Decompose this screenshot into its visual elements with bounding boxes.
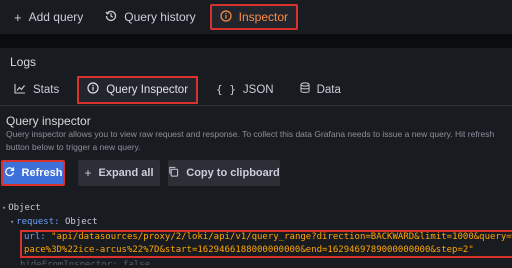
brackets-icon: { }: [216, 83, 236, 96]
json-request-key: request:: [16, 217, 60, 227]
query-inspector-title: Query inspector: [6, 114, 91, 128]
inspector-button[interactable]: Inspector: [209, 4, 299, 30]
history-icon: [105, 10, 117, 25]
json-url-key: url:: [24, 232, 46, 242]
query-history-label: Query history: [124, 10, 196, 24]
tab-json[interactable]: { } JSON: [208, 76, 282, 104]
section-divider: [0, 34, 512, 48]
caret-down-icon: ▾: [10, 218, 15, 226]
caret-down-icon: ▾: [2, 204, 7, 212]
inspector-drawer: Logs Stats Query Inspector { } JSON Data…: [0, 48, 512, 268]
json-next-line-partial: hideFromInspector: false: [20, 260, 151, 265]
copy-to-clipboard-button[interactable]: Copy to clipboard: [168, 160, 280, 186]
copy-icon: [168, 166, 179, 180]
json-url-value-part2: pace%3D%22ice-arcus%22%7D&start=16294661…: [24, 245, 474, 255]
json-request-value: Object: [65, 217, 98, 227]
add-query-label: Add query: [28, 10, 84, 24]
explore-toolbar: + Add query Query history Inspector: [0, 0, 512, 34]
json-request-node[interactable]: ▾ request: Object: [10, 216, 98, 229]
json-url-value-part1: "api/datasources/proxy/2/loki/api/v1/que…: [51, 232, 512, 242]
database-icon: [300, 82, 310, 97]
inspector-actions: Refresh + Expand all Copy to clipboard: [0, 160, 512, 186]
json-root-node[interactable]: ▾ Object: [2, 202, 41, 215]
refresh-icon: [4, 166, 15, 180]
inspector-tabs: Stats Query Inspector { } JSON Data: [0, 74, 512, 106]
expand-all-label: Expand all: [98, 167, 154, 179]
tab-query-inspector[interactable]: Query Inspector: [77, 75, 199, 104]
drawer-title: Logs: [10, 55, 37, 69]
tab-stats-label: Stats: [33, 83, 60, 96]
copy-to-clipboard-label: Copy to clipboard: [186, 167, 280, 179]
chart-line-icon: [14, 83, 26, 97]
info-circle-icon: [87, 82, 99, 97]
query-history-button[interactable]: Query history: [97, 4, 203, 30]
tab-query-inspector-label: Query Inspector: [106, 83, 189, 96]
tab-data[interactable]: Data: [292, 76, 349, 104]
query-inspector-description: Query inspector allows you to view raw r…: [6, 129, 495, 152]
tab-data-label: Data: [316, 83, 341, 96]
refresh-button[interactable]: Refresh: [1, 160, 65, 186]
tab-stats[interactable]: Stats: [6, 76, 67, 104]
add-query-button[interactable]: + Add query: [6, 4, 91, 30]
inspector-label: Inspector: [238, 10, 289, 24]
info-circle-icon: [220, 9, 232, 25]
json-url-line: url: "api/datasources/proxy/2/loki/api/v…: [24, 231, 512, 244]
plus-icon: +: [84, 166, 92, 180]
plus-icon: +: [14, 9, 22, 25]
json-url-continuation: pace%3D%22ice-arcus%22%7D&start=16294661…: [24, 244, 474, 257]
refresh-label: Refresh: [21, 167, 63, 179]
tab-json-label: JSON: [242, 83, 274, 96]
json-root-label: Object: [8, 203, 41, 213]
expand-all-button[interactable]: + Expand all: [78, 160, 160, 186]
